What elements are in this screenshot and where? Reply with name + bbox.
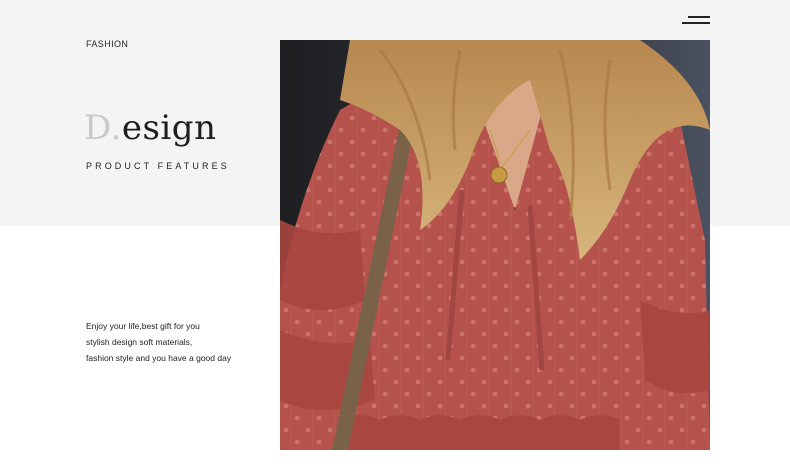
- description: Enjoy your life,best gift for you stylis…: [86, 318, 231, 366]
- design-title: D.esign: [84, 108, 216, 148]
- title-rest: esign: [121, 108, 217, 148]
- menu-line: [682, 22, 710, 24]
- description-line: stylish design soft materials,: [86, 337, 193, 347]
- title-initial: D.: [84, 108, 122, 148]
- description-line: Enjoy your life,best gift for you: [86, 321, 200, 331]
- product-photo: [280, 40, 710, 450]
- product-features-subtitle: PRODUCT FEATURES: [86, 161, 230, 171]
- menu-line: [688, 16, 710, 18]
- hamburger-menu-icon[interactable]: [682, 14, 710, 28]
- model-illustration: [280, 40, 710, 450]
- description-line: fashion style and you have a good day: [86, 353, 232, 363]
- section-label: FASHION: [86, 39, 129, 49]
